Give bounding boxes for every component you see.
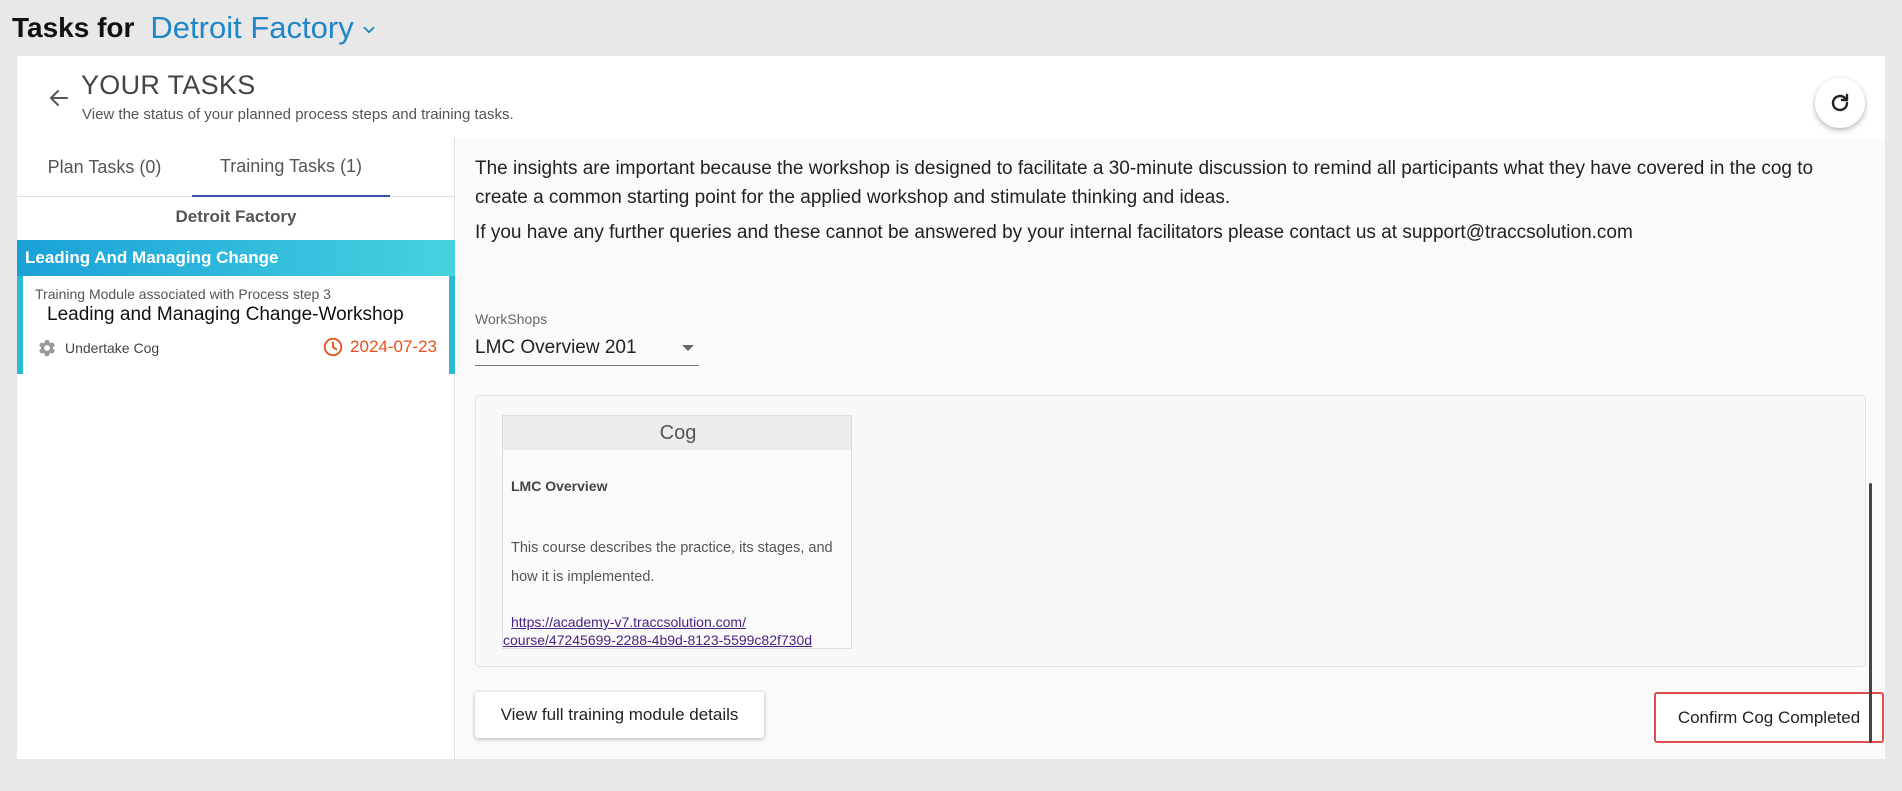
cog-subtitle: LMC Overview: [511, 478, 608, 494]
card-header: YOUR TASKS View the status of your plann…: [17, 56, 1885, 138]
chevron-down-icon: [363, 26, 375, 34]
tasks-for-label: Tasks for: [12, 12, 135, 43]
page-topbar: Tasks for Detroit Factory: [0, 0, 1902, 56]
task-list-item[interactable]: Training Module associated with Process …: [17, 276, 455, 374]
task-name: Leading and Managing Change-Workshop: [47, 304, 404, 325]
cog-link-line1: https://academy-v7.traccsolution.com/: [511, 614, 746, 630]
workshops-label: WorkShops: [475, 311, 548, 327]
detail-scrollbar[interactable]: [1869, 483, 1872, 743]
refresh-icon: [1831, 93, 1849, 112]
gear-icon: [39, 339, 55, 357]
task-status: Undertake Cog: [37, 338, 159, 358]
task-list-pane: Plan Tasks (0) Training Tasks (1) Detroi…: [17, 138, 455, 759]
clock-icon: [323, 337, 343, 357]
cog-title: Cog: [503, 416, 851, 450]
caret-down-icon: [682, 344, 694, 351]
task-due-date: 2024-07-23: [322, 336, 437, 358]
detail-paragraph-contact: If you have any further queries and thes…: [475, 222, 1633, 243]
cog-link-line2: course/47245699-2288-4b9d-8123-5599c82f7…: [503, 632, 813, 648]
detail-paragraph-insights: The insights are important because the w…: [475, 158, 1814, 208]
tasks-card: YOUR TASKS View the status of your plann…: [17, 56, 1885, 759]
cog-description: This course describes the practice, its …: [511, 540, 833, 585]
workshop-select[interactable]: LMC Overview 201: [475, 330, 699, 366]
task-tabs: Plan Tasks (0) Training Tasks (1): [17, 138, 455, 197]
arrow-left-icon: [50, 90, 68, 106]
task-meta: Training Module associated with Process …: [35, 286, 331, 302]
back-button[interactable]: [43, 82, 75, 114]
factory-selector[interactable]: Detroit Factory: [150, 10, 377, 46]
page-title: YOUR TASKS: [81, 70, 256, 100]
tab-plan-tasks[interactable]: Plan Tasks (0): [17, 138, 192, 197]
cog-container: Cog LMC Overview This course describes t…: [475, 395, 1866, 667]
refresh-button[interactable]: [1815, 78, 1865, 128]
workshop-selected-value: LMC Overview 201: [475, 336, 637, 358]
cog-card: Cog LMC Overview This course describes t…: [502, 415, 852, 649]
confirm-cog-completed-button[interactable]: Confirm Cog Completed: [1654, 692, 1884, 743]
task-date-text: 2024-07-23: [350, 337, 437, 356]
tab-training-tasks[interactable]: Training Tasks (1): [192, 138, 390, 197]
task-detail-pane: The insights are important because the w…: [456, 138, 1885, 759]
page-subtitle: View the status of your planned process …: [82, 106, 514, 123]
category-header: Leading And Managing Change: [17, 240, 455, 276]
task-status-label: Undertake Cog: [65, 340, 160, 356]
group-title: Detroit Factory: [175, 207, 297, 226]
factory-name: Detroit Factory: [150, 10, 354, 45]
cog-course-link[interactable]: https://academy-v7.traccsolution.com/ co…: [503, 613, 851, 648]
view-details-button[interactable]: View full training module details: [475, 692, 764, 738]
